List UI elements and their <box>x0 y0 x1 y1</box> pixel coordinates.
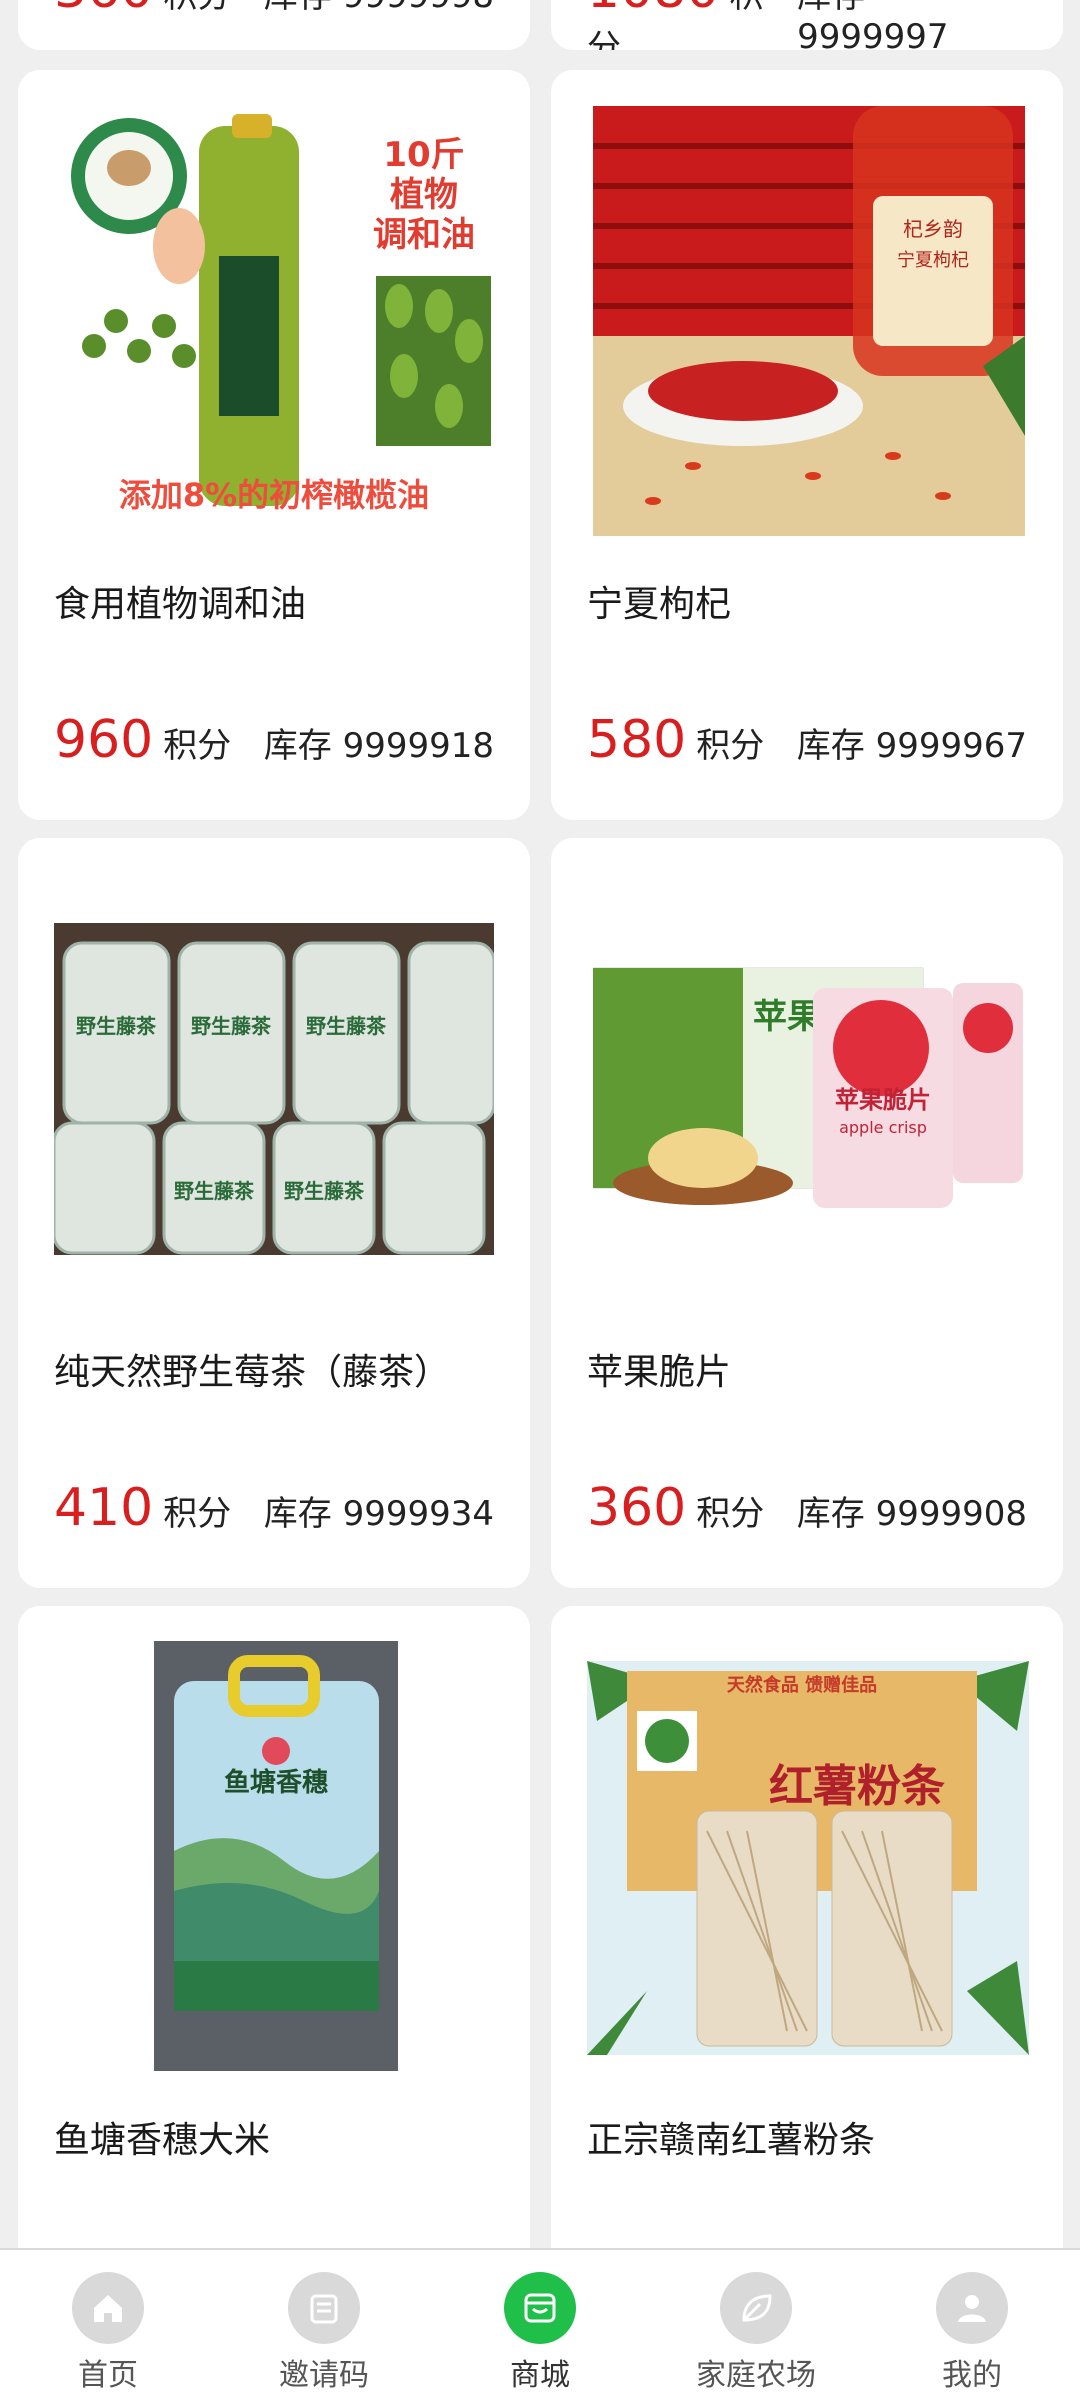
stock: 库存 9999998 <box>264 0 494 17</box>
image-text: 野生藤茶 <box>191 1014 272 1038</box>
tab-label: 邀请码 <box>279 2358 369 2393</box>
product-card-partial[interactable]: 360 积分 库存 9999998 <box>18 0 530 50</box>
product-card[interactable]: 杞乡韵 宁夏枸杞 宁夏枸杞 580 积分 库存 9999967 <box>551 70 1063 820</box>
tab-label: 商城 <box>510 2358 570 2393</box>
tab-family-farm[interactable]: 家庭农场 <box>676 2250 836 2402</box>
bottom-tab-bar: 首页 邀请码 商城 家庭农场 我的 <box>0 2248 1080 2402</box>
tab-label: 首页 <box>78 2358 138 2393</box>
home-icon <box>72 2272 144 2344</box>
product-card[interactable]: 天然食品 馈赠佳品 红薯粉条 正宗赣南红薯粉条 <box>551 1606 1063 2306</box>
stock: 库存 9999997 <box>797 0 949 50</box>
tab-mine[interactable]: 我的 <box>892 2250 1052 2402</box>
points-unit: 积分 <box>163 1494 232 1534</box>
product-name: 鱼塘香穗大米 <box>54 2120 271 2161</box>
product-card[interactable]: 野生藤茶 野生藤茶 野生藤茶 野生藤茶 野生藤茶 纯天然野生莓茶（藤茶） 410… <box>18 838 530 1588</box>
product-image: 野生藤茶 野生藤茶 野生藤茶 野生藤茶 野生藤茶 <box>54 923 494 1255</box>
product-name: 正宗赣南红薯粉条 <box>587 2120 876 2161</box>
image-text: 调和油 <box>373 215 475 255</box>
image-text: 野生藤茶 <box>174 1179 255 1203</box>
price: 1080 <box>587 0 719 20</box>
price: 580 <box>587 710 687 770</box>
product-card-partial[interactable]: 1080积分 库存 9999997 <box>551 0 1063 50</box>
image-text: 10斤 <box>383 135 464 175</box>
product-name: 食用植物调和油 <box>54 584 307 625</box>
stock: 库存 9999908 <box>796 1494 1027 1534</box>
tab-invite-code[interactable]: 邀请码 <box>244 2250 404 2402</box>
image-text: 野生藤茶 <box>284 1179 365 1203</box>
points-unit: 积分 <box>696 726 765 766</box>
points-unit: 积分 <box>163 726 232 766</box>
product-name: 宁夏枸杞 <box>587 584 732 625</box>
product-image: 10斤 植物 调和油 添加8%的初榨橄榄油 <box>54 106 494 536</box>
image-text: 苹果脆片 <box>835 1086 931 1114</box>
price: 360 <box>54 0 153 20</box>
image-text: 天然食品 馈赠佳品 <box>727 1674 877 1696</box>
tab-home[interactable]: 首页 <box>28 2250 188 2402</box>
price: 960 <box>54 710 154 770</box>
product-image: 杞乡韵 宁夏枸杞 <box>593 106 1025 536</box>
image-text: 杞乡韵 <box>903 217 963 241</box>
invite-code-icon <box>288 2272 360 2344</box>
product-image: 天然食品 馈赠佳品 红薯粉条 <box>587 1661 1029 2055</box>
image-text: 野生藤茶 <box>306 1014 387 1038</box>
image-text: 宁夏枸杞 <box>897 250 969 271</box>
image-text: 添加8%的初榨橄榄油 <box>119 476 429 514</box>
product-image: 苹果脆片 苹果脆片 apple crisp <box>593 958 1025 1208</box>
image-text: 植物 <box>390 175 458 215</box>
image-text: 红薯粉条 <box>769 1761 945 1812</box>
product-name: 纯天然野生莓茶（藤茶） <box>54 1352 451 1393</box>
points-unit: 积分 <box>163 0 231 16</box>
image-text: apple crisp <box>839 1118 927 1137</box>
user-icon <box>936 2272 1008 2344</box>
product-name: 苹果脆片 <box>587 1352 732 1393</box>
stock: 库存 9999967 <box>796 726 1027 766</box>
stock: 库存 9999934 <box>263 1494 494 1534</box>
product-card[interactable]: 苹果脆片 苹果脆片 apple crisp 苹果脆片 360积分 库存 9999… <box>551 838 1063 1588</box>
tab-label: 我的 <box>942 2358 1002 2393</box>
leaf-icon <box>720 2272 792 2344</box>
image-text: 鱼塘香穗 <box>224 1767 328 1798</box>
image-text: 野生藤茶 <box>76 1014 157 1038</box>
product-image: 鱼塘香穗 <box>154 1641 398 2071</box>
price: 410 <box>54 1478 154 1538</box>
price: 360 <box>587 1478 687 1538</box>
product-card[interactable]: 10斤 植物 调和油 添加8%的初榨橄榄油 食用植物调和油 960 积分 库存 9… <box>18 70 530 820</box>
stock: 库存 9999918 <box>263 726 494 766</box>
tab-label: 家庭农场 <box>696 2358 816 2393</box>
tab-store[interactable]: 商城 <box>460 2250 620 2402</box>
store-icon <box>504 2272 576 2344</box>
points-unit: 积分 <box>696 1494 765 1534</box>
product-card[interactable]: 鱼塘香穗 鱼塘香穗大米 <box>18 1606 530 2306</box>
